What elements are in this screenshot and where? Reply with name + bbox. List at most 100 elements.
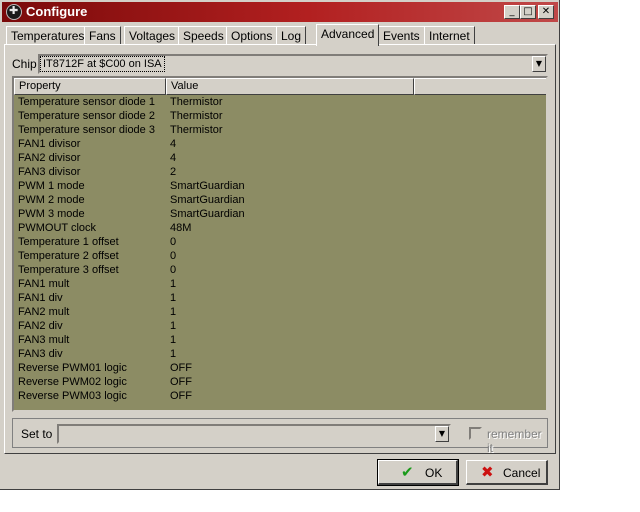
set-to-label: Set to <box>21 427 53 441</box>
value-cell: 1 <box>170 334 177 346</box>
value-cell: OFF <box>170 362 192 374</box>
chip-select[interactable]: IT8712F at $C00 on ISA ▼ <box>38 54 548 74</box>
table-row[interactable]: FAN1 div 1 <box>14 292 546 306</box>
table-row[interactable]: Reverse PWM03 logic OFF <box>14 390 546 404</box>
column-header-property[interactable]: Property <box>14 78 166 95</box>
property-cell: Temperature 3 offset <box>18 264 119 276</box>
value-cell: 1 <box>170 348 177 360</box>
value-cell: SmartGuardian <box>170 208 245 220</box>
property-cell: Reverse PWM01 logic <box>18 362 127 374</box>
property-cell: FAN2 mult <box>18 306 70 318</box>
value-cell: OFF <box>170 376 192 388</box>
table-row[interactable]: FAN2 divisor 4 <box>14 152 546 166</box>
table-row[interactable]: PWM 2 mode SmartGuardian <box>14 194 546 208</box>
value-cell: 48M <box>170 222 192 234</box>
chevron-down-icon[interactable]: ▼ <box>435 426 449 442</box>
value-cell: Thermistor <box>170 96 223 108</box>
property-cell: FAN2 divisor <box>18 152 81 164</box>
value-cell: 1 <box>170 320 177 332</box>
property-cell: Temperature sensor diode 2 <box>18 110 155 122</box>
property-cell: PWMOUT clock <box>18 222 97 234</box>
table-row[interactable]: FAN3 mult 1 <box>14 334 546 348</box>
tab-voltages[interactable]: Voltages <box>124 26 181 44</box>
property-cell: FAN1 div <box>18 292 63 304</box>
property-cell: Temperature sensor diode 1 <box>18 96 155 108</box>
grid-header: Property Value <box>14 78 546 95</box>
property-cell: PWM 1 mode <box>18 180 85 192</box>
table-row[interactable]: FAN2 div 1 <box>14 320 546 334</box>
property-cell: FAN3 divisor <box>18 166 81 178</box>
table-row[interactable]: FAN2 mult 1 <box>14 306 546 320</box>
chip-select-value: IT8712F at $C00 on ISA <box>40 56 165 72</box>
value-cell: OFF <box>170 390 192 402</box>
set-to-select[interactable]: ▼ <box>57 424 451 444</box>
column-header-value[interactable]: Value <box>166 78 414 95</box>
maximize-button[interactable]: □ <box>520 5 536 19</box>
value-cell: 1 <box>170 278 177 290</box>
table-row[interactable]: PWMOUT clock 48M <box>14 222 546 236</box>
value-cell: 4 <box>170 152 177 164</box>
set-to-value <box>60 427 64 441</box>
property-cell: Temperature sensor diode 3 <box>18 124 155 136</box>
property-cell: Reverse PWM02 logic <box>18 376 127 388</box>
fan-icon[interactable] <box>6 4 22 20</box>
minimize-button[interactable]: _ <box>504 5 520 19</box>
cancel-label: Cancel <box>503 466 541 480</box>
table-row[interactable]: FAN3 divisor 2 <box>14 166 546 180</box>
tab-strip: Temperatures Fans Voltages Speeds Option… <box>4 24 556 46</box>
table-row[interactable]: Temperature 1 offset 0 <box>14 236 546 250</box>
table-row[interactable]: FAN3 div 1 <box>14 348 546 362</box>
property-cell: FAN3 div <box>18 348 63 360</box>
table-row[interactable]: Reverse PWM02 logic OFF <box>14 376 546 390</box>
table-row[interactable]: PWM 3 mode SmartGuardian <box>14 208 546 222</box>
tab-speeds[interactable]: Speeds <box>178 26 229 44</box>
remember-checkbox[interactable] <box>469 427 482 440</box>
x-icon: ✖ <box>481 463 494 481</box>
property-grid[interactable]: Property Value Temperature sensor diode … <box>12 76 548 412</box>
table-row[interactable]: Reverse PWM01 logic OFF <box>14 362 546 376</box>
table-row[interactable]: FAN1 mult 1 <box>14 278 546 292</box>
tab-log[interactable]: Log <box>276 26 307 44</box>
chevron-down-icon[interactable]: ▼ <box>532 56 546 72</box>
tab-internet[interactable]: Internet <box>424 26 475 44</box>
table-row[interactable]: PWM 1 mode SmartGuardian <box>14 180 546 194</box>
value-cell: 0 <box>170 236 177 248</box>
table-row[interactable]: Temperature 2 offset 0 <box>14 250 546 264</box>
value-cell: SmartGuardian <box>170 194 245 206</box>
tab-events[interactable]: Events <box>378 26 425 44</box>
window-title: Configure <box>26 4 88 19</box>
property-cell: FAN2 div <box>18 320 63 332</box>
tab-temperatures[interactable]: Temperatures <box>6 26 90 44</box>
value-cell: SmartGuardian <box>170 180 245 192</box>
column-header-blank <box>414 78 546 95</box>
cancel-button[interactable]: ✖ Cancel <box>466 460 548 485</box>
table-row[interactable]: Temperature 3 offset 0 <box>14 264 546 278</box>
property-cell: PWM 3 mode <box>18 208 85 220</box>
table-row[interactable]: Temperature sensor diode 1 Thermistor <box>14 96 546 110</box>
chip-label: Chip <box>12 57 37 71</box>
tab-options[interactable]: Options <box>226 26 278 44</box>
table-row[interactable]: Temperature sensor diode 3 Thermistor <box>14 124 546 138</box>
configure-window: Configure _ □ ✕ Temperatures Fans Voltag… <box>0 0 560 490</box>
ok-button[interactable]: ✔ OK <box>377 459 459 486</box>
tab-fans[interactable]: Fans <box>84 26 121 44</box>
value-cell: 1 <box>170 292 177 304</box>
close-button[interactable]: ✕ <box>538 5 554 19</box>
set-to-group: Set to ▼ remember it <box>12 418 548 455</box>
value-cell: 2 <box>170 166 177 178</box>
property-cell: FAN1 mult <box>18 278 70 290</box>
tab-advanced[interactable]: Advanced <box>316 24 380 46</box>
property-cell: Temperature 1 offset <box>18 236 119 248</box>
property-cell: FAN1 divisor <box>18 138 81 150</box>
remember-label: remember it <box>487 427 542 455</box>
property-cell: FAN3 mult <box>18 334 70 346</box>
table-row[interactable]: Temperature sensor diode 2 Thermistor <box>14 110 546 124</box>
table-row[interactable]: FAN1 divisor 4 <box>14 138 546 152</box>
ok-label: OK <box>425 466 443 480</box>
property-cell: Temperature 2 offset <box>18 250 119 262</box>
value-cell: 0 <box>170 264 177 276</box>
value-cell: 4 <box>170 138 177 150</box>
property-cell: PWM 2 mode <box>18 194 85 206</box>
title-bar[interactable]: Configure _ □ ✕ <box>2 2 558 22</box>
value-cell: 0 <box>170 250 177 262</box>
